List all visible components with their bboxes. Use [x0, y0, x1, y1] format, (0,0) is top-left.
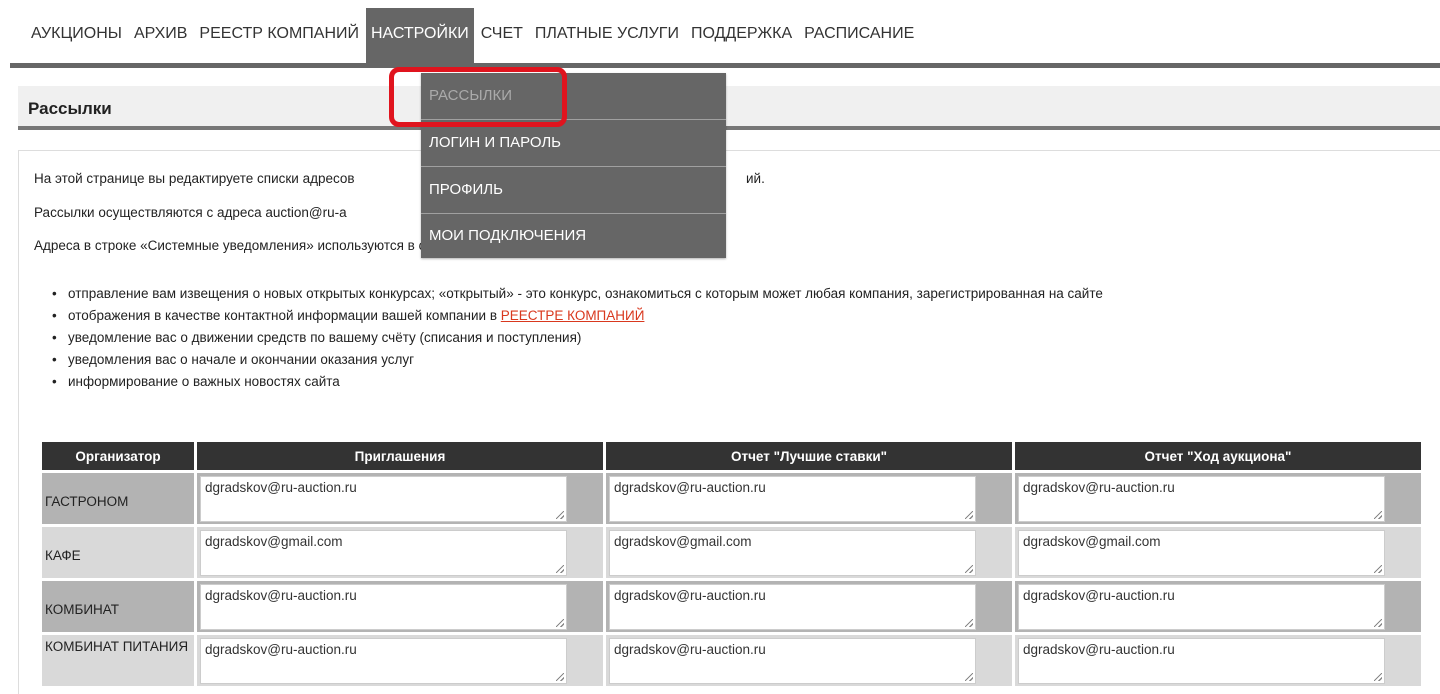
company-registry-link[interactable]: РЕЕСТРЕ КОМПАНИЙ	[501, 308, 645, 323]
resize-grip-icon[interactable]	[965, 565, 973, 573]
menu-item-mailings[interactable]: РАССЫЛКИ	[421, 73, 726, 120]
table-row: ГАСТРОНОМ dgradskov@ru-auction.ru dgrads…	[42, 473, 1421, 524]
resize-grip-icon[interactable]	[1374, 673, 1382, 681]
best-bids-textarea[interactable]: dgradskov@ru-auction.ru	[609, 584, 976, 630]
menu-item-profile[interactable]: ПРОФИЛЬ	[421, 167, 726, 214]
invitations-textarea[interactable]: dgradskov@ru-auction.ru	[200, 584, 567, 630]
resize-grip-icon[interactable]	[965, 673, 973, 681]
menu-item-my-connections[interactable]: МОИ ПОДКЛЮЧЕНИЯ	[421, 214, 726, 258]
invitations-textarea[interactable]: dgradskov@ru-auction.ru	[200, 638, 567, 684]
table-row: КОМБИНАТ ПИТАНИЯ dgradskov@ru-auction.ru…	[42, 635, 1421, 686]
nav-divider	[10, 63, 1440, 68]
menu-item-login-password[interactable]: ЛОГИН И ПАРОЛЬ	[421, 120, 726, 167]
header-organizer: Организатор	[42, 442, 194, 470]
resize-grip-icon[interactable]	[1374, 619, 1382, 627]
table-row: КОМБИНАТ dgradskov@ru-auction.ru dgradsk…	[42, 581, 1421, 632]
content-panel: На этой странице вы редактируете списки …	[18, 150, 1440, 694]
nav-item-paid-services[interactable]: ПЛАТНЫЕ УСЛУГИ	[530, 8, 684, 64]
resize-grip-icon[interactable]	[965, 511, 973, 519]
resize-grip-icon[interactable]	[556, 619, 564, 627]
best-bids-textarea[interactable]: dgradskov@ru-auction.ru	[609, 476, 976, 522]
organizer-cell: КОМБИНАТ ПИТАНИЯ	[42, 635, 194, 686]
bullet-list: отправление вам извещения о новых открыт…	[52, 283, 1103, 393]
table-row: КАФЕ dgradskov@gmail.com dgradskov@gmail…	[42, 527, 1421, 578]
organizer-cell: КАФЕ	[42, 527, 194, 578]
resize-grip-icon[interactable]	[1374, 565, 1382, 573]
invitations-textarea[interactable]: dgradskov@ru-auction.ru	[200, 476, 567, 522]
auction-progress-textarea[interactable]: dgradskov@ru-auction.ru	[1018, 638, 1385, 684]
nav-item-company-registry[interactable]: РЕЕСТР КОМПАНИЙ	[194, 8, 364, 64]
header-best-bids-report: Отчет "Лучшие ставки"	[606, 442, 1012, 470]
auction-progress-textarea[interactable]: dgradskov@ru-auction.ru	[1018, 476, 1385, 522]
organizer-cell: КОМБИНАТ	[42, 581, 194, 632]
list-item: отображения в качестве контактной информ…	[52, 305, 1103, 327]
mailing-table: Организатор Приглашения Отчет "Лучшие ст…	[39, 439, 1424, 689]
organizer-cell: ГАСТРОНОМ	[42, 473, 194, 524]
intro-paragraph-1: На этой странице вы редактируете списки …	[34, 171, 765, 186]
best-bids-textarea[interactable]: dgradskov@gmail.com	[609, 530, 976, 576]
header-invitations: Приглашения	[197, 442, 603, 470]
nav-item-auctions[interactable]: АУКЦИОНЫ	[26, 8, 127, 64]
top-nav: АУКЦИОНЫ АРХИВ РЕЕСТР КОМПАНИЙ НАСТРОЙКИ…	[0, 8, 1440, 64]
best-bids-textarea[interactable]: dgradskov@ru-auction.ru	[609, 638, 976, 684]
table-header-row: Организатор Приглашения Отчет "Лучшие ст…	[42, 442, 1421, 470]
resize-grip-icon[interactable]	[556, 673, 564, 681]
resize-grip-icon[interactable]	[965, 619, 973, 627]
settings-dropdown-menu: РАССЫЛКИ ЛОГИН И ПАРОЛЬ ПРОФИЛЬ МОИ ПОДК…	[421, 73, 726, 258]
section-header: Рассылки	[18, 86, 1440, 130]
nav-item-schedule[interactable]: РАСПИСАНИЕ	[799, 8, 919, 64]
page-title: Рассылки	[28, 99, 112, 118]
list-item: уведомление вас о движении средств по ва…	[52, 327, 1103, 349]
auction-progress-textarea[interactable]: dgradskov@ru-auction.ru	[1018, 584, 1385, 630]
list-item: уведомления вас о начале и окончании ока…	[52, 349, 1103, 371]
list-item: информирование о важных новостях сайта	[52, 371, 1103, 393]
nav-item-account[interactable]: СЧЕТ	[476, 8, 528, 64]
resize-grip-icon[interactable]	[556, 565, 564, 573]
header-auction-progress-report: Отчет "Ход аукциона"	[1015, 442, 1421, 470]
nav-item-support[interactable]: ПОДДЕРЖКА	[686, 8, 797, 64]
intro-paragraph-2: Рассылки осуществляются с адреса auction…	[34, 205, 347, 220]
list-item: отправление вам извещения о новых открыт…	[52, 283, 1103, 305]
resize-grip-icon[interactable]	[1374, 511, 1382, 519]
auction-progress-textarea[interactable]: dgradskov@gmail.com	[1018, 530, 1385, 576]
invitations-textarea[interactable]: dgradskov@gmail.com	[200, 530, 567, 576]
resize-grip-icon[interactable]	[556, 511, 564, 519]
nav-item-settings[interactable]: НАСТРОЙКИ	[366, 8, 474, 64]
nav-item-archive[interactable]: АРХИВ	[129, 8, 192, 64]
